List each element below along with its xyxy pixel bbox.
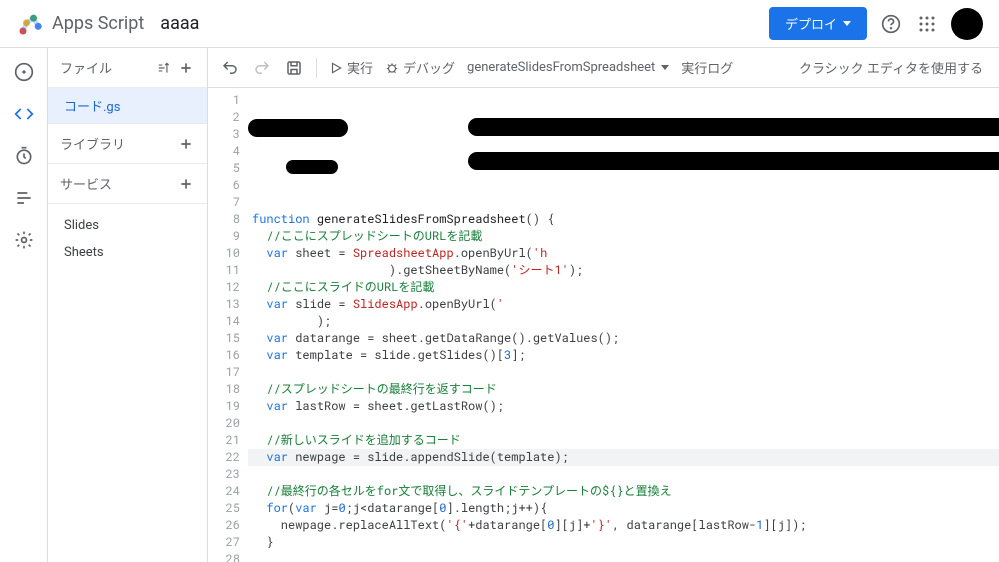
add-file-icon[interactable] — [177, 59, 195, 77]
left-rail — [0, 48, 48, 562]
app-name: Apps Script — [52, 13, 144, 34]
file-item-code[interactable]: コード.gs — [48, 88, 207, 124]
header: Apps Script aaaa デプロイ — [0, 0, 999, 48]
code-editor[interactable]: 1234567891011121314151617181920212223242… — [208, 88, 999, 562]
classic-editor-link[interactable]: クラシック エディタを使用する — [799, 58, 987, 77]
add-service-icon[interactable] — [177, 175, 195, 193]
redaction — [248, 119, 348, 137]
toolbar: 実行 デバッグ generateSlidesFromSpreadsheet 実行… — [208, 48, 999, 88]
logo[interactable]: Apps Script — [16, 10, 144, 38]
line-gutter: 1234567891011121314151617181920212223242… — [208, 88, 248, 562]
run-button[interactable]: 実行 — [329, 58, 373, 77]
sidebar: ファイル コード.gs ライブラリ サービス Slides Sheets — [48, 48, 208, 562]
undo-icon[interactable] — [220, 58, 240, 78]
function-selector[interactable]: generateSlidesFromSpreadsheet — [467, 60, 669, 75]
library-section-header: ライブラリ — [48, 124, 207, 164]
service-section-header: サービス — [48, 164, 207, 204]
redaction — [286, 160, 338, 174]
redaction — [468, 118, 999, 136]
deploy-button[interactable]: デプロイ — [769, 7, 867, 40]
project-name[interactable]: aaaa — [160, 13, 199, 34]
settings-icon[interactable] — [12, 228, 36, 252]
executions-icon[interactable] — [12, 186, 36, 210]
editor-icon[interactable] — [12, 102, 36, 126]
service-item-slides[interactable]: Slides — [48, 212, 207, 239]
redo-icon[interactable] — [252, 58, 272, 78]
play-icon — [329, 61, 343, 75]
main: 実行 デバッグ generateSlidesFromSpreadsheet 実行… — [208, 48, 999, 562]
account-avatar[interactable] — [951, 8, 983, 40]
service-item-sheets[interactable]: Sheets — [48, 239, 207, 266]
bug-icon — [385, 61, 399, 75]
execution-log-button[interactable]: 実行ログ — [681, 58, 733, 77]
apps-grid-icon[interactable] — [915, 12, 939, 36]
add-library-icon[interactable] — [177, 135, 195, 153]
help-icon[interactable] — [879, 12, 903, 36]
save-icon[interactable] — [284, 58, 304, 78]
redaction — [468, 152, 999, 170]
apps-script-logo-icon — [16, 10, 44, 38]
triggers-icon[interactable] — [12, 144, 36, 168]
debug-button[interactable]: デバッグ — [385, 58, 455, 77]
sort-icon[interactable] — [155, 59, 173, 77]
file-section-header: ファイル — [48, 48, 207, 88]
redaction — [948, 118, 999, 132]
overview-icon[interactable] — [12, 60, 36, 84]
service-list: Slides Sheets — [48, 204, 207, 274]
code-area[interactable]: function generateSlidesFromSpreadsheet()… — [248, 88, 999, 562]
